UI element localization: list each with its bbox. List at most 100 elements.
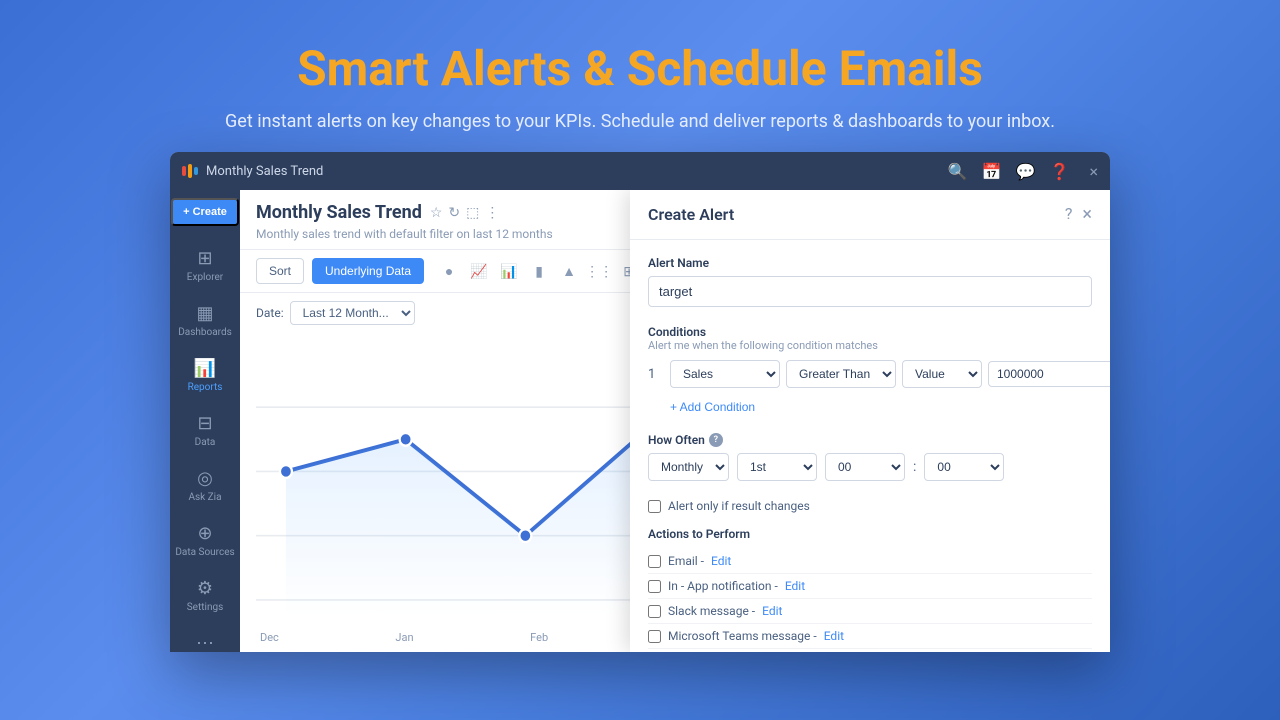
app-logo [182, 162, 200, 180]
app-body: + Create ⊞ Explorer ▦ Dashboards 📊 Repor… [170, 190, 1110, 652]
star-icon[interactable]: ☆ [430, 205, 443, 221]
settings-icon: ⚙ [197, 578, 213, 599]
sidebar-item-more[interactable]: ⋯ More [170, 623, 240, 652]
in-app-label: In - App notification - [668, 579, 778, 593]
sidebar-item-data[interactable]: ⊟ Data [170, 403, 240, 458]
frequency-select[interactable]: Monthly Daily Weekly Hourly [648, 453, 729, 481]
alert-only-checkbox[interactable] [648, 500, 661, 513]
column-chart-icon[interactable]: ▮ [526, 258, 552, 284]
dashboards-icon: ▦ [196, 303, 213, 324]
x-label-jan: Jan [395, 631, 413, 644]
alert-name-label: Alert Name [648, 256, 1092, 270]
condition-threshold-input[interactable] [988, 361, 1110, 387]
date-filter-select[interactable]: Last 12 Month... Last 6 Months This Year… [290, 301, 415, 325]
time-separator: : [913, 459, 916, 475]
slack-label: Slack message - [668, 604, 755, 618]
sidebar-item-data-sources[interactable]: ⊕ Data Sources [170, 513, 240, 568]
teams-checkbox[interactable] [648, 630, 661, 643]
day-select[interactable]: 1st 2nd 3rd 4th 5th [737, 453, 817, 481]
sidebar-label-data: Data [195, 437, 216, 448]
minute-select[interactable]: 00 15 30 45 [924, 453, 1004, 481]
how-often-label: How Often ? [648, 433, 1092, 447]
conditions-section: Conditions Alert me when the following c… [648, 325, 1092, 415]
in-app-checkbox[interactable] [648, 580, 661, 593]
hero-section: Smart Alerts & Schedule Emails Get insta… [205, 0, 1075, 152]
scatter-icon[interactable]: ⋮⋮ [586, 258, 612, 284]
action-webhook-row: Webhook request - Edit [648, 649, 1092, 652]
how-often-help-icon[interactable]: ? [709, 433, 723, 447]
modal-body: Alert Name Conditions Alert me when the … [630, 240, 1110, 652]
x-label-feb: Feb [530, 631, 548, 644]
close-icon[interactable]: × [1089, 162, 1098, 181]
sidebar-label-reports: Reports [188, 382, 223, 393]
conditions-sublabel: Alert me when the following condition ma… [648, 339, 1092, 352]
search-icon[interactable]: 🔍 [948, 162, 968, 181]
ask-zia-icon: ◎ [197, 468, 213, 489]
sidebar-item-dashboards[interactable]: ▦ Dashboards [170, 293, 240, 348]
data-icon: ⊟ [197, 413, 212, 434]
teams-label: Microsoft Teams message - [668, 629, 817, 643]
add-condition-button[interactable]: + Add Condition [670, 400, 755, 414]
app-window: Monthly Sales Trend 🔍 📅 💬 ❓ × + Create ⊞… [170, 152, 1110, 652]
modal-help-icon[interactable]: ? [1065, 204, 1073, 225]
sidebar-item-ask-zia[interactable]: ◎ Ask Zia [170, 458, 240, 513]
condition-number: 1 [648, 367, 664, 382]
sidebar-label-ask-zia: Ask Zia [188, 492, 221, 503]
help-icon[interactable]: ❓ [1050, 162, 1070, 181]
sidebar-label-dashboards: Dashboards [178, 327, 232, 338]
report-title-icons: ☆ ↻ ⬚ ⋮ [430, 205, 500, 221]
sidebar-item-explorer[interactable]: ⊞ Explorer [170, 238, 240, 293]
hour-select[interactable]: 00 01 06 12 [825, 453, 905, 481]
alert-name-input[interactable] [648, 276, 1092, 307]
actions-section: Actions to Perform Email - Edit In - App… [648, 527, 1092, 652]
condition-row-1: 1 Sales Revenue Profit Greater Than Less… [648, 360, 1092, 388]
sidebar: + Create ⊞ Explorer ▦ Dashboards 📊 Repor… [170, 190, 240, 652]
underlying-data-button[interactable]: Underlying Data [312, 258, 424, 284]
explorer-icon: ⊞ [197, 248, 212, 269]
more-options-icon[interactable]: ⋮ [485, 205, 499, 221]
sidebar-label-settings: Settings [187, 602, 224, 613]
conditions-label: Conditions [648, 325, 1092, 339]
calendar-icon[interactable]: 📅 [982, 162, 1002, 181]
create-button[interactable]: + Create [171, 198, 239, 226]
modal-close-icon[interactable]: × [1082, 204, 1092, 225]
x-label-dec: Dec [260, 631, 279, 644]
pie-chart-icon[interactable]: ● [436, 258, 462, 284]
chat-icon[interactable]: 💬 [1016, 162, 1036, 181]
alert-name-section: Alert Name [648, 256, 1092, 307]
hero-subtitle: Get instant alerts on key changes to you… [225, 111, 1055, 132]
sidebar-item-settings[interactable]: ⚙ Settings [170, 568, 240, 623]
date-filter-label: Date: [256, 306, 284, 320]
modal-title: Create Alert [648, 205, 734, 224]
email-edit-link[interactable]: Edit [711, 554, 731, 568]
bar-chart-icon[interactable]: 📊 [496, 258, 522, 284]
create-alert-modal: Create Alert ? × Alert Name [630, 190, 1110, 652]
email-checkbox[interactable] [648, 555, 661, 568]
refresh-icon[interactable]: ↻ [448, 205, 460, 221]
slack-checkbox[interactable] [648, 605, 661, 618]
line-chart-icon[interactable]: 📈 [466, 258, 492, 284]
alert-only-row: Alert only if result changes [648, 499, 1092, 513]
how-often-row: Monthly Daily Weekly Hourly 1st 2nd 3rd [648, 453, 1092, 481]
condition-field-select[interactable]: Sales Revenue Profit [670, 360, 780, 388]
how-often-section: How Often ? Monthly Daily Weekly Hourly [648, 433, 1092, 481]
condition-operator-select[interactable]: Greater Than Less Than Equal To [786, 360, 896, 388]
sidebar-label-explorer: Explorer [187, 272, 223, 283]
in-app-edit-link[interactable]: Edit [785, 579, 805, 593]
report-title: Monthly Sales Trend [256, 202, 422, 223]
area-chart-icon[interactable]: ▲ [556, 258, 582, 284]
action-inapp-row: In - App notification - Edit [648, 574, 1092, 599]
sidebar-label-data-sources: Data Sources [175, 547, 234, 558]
fullscreen-icon[interactable]: ⬚ [466, 205, 479, 221]
action-teams-row: Microsoft Teams message - Edit [648, 624, 1092, 649]
slack-edit-link[interactable]: Edit [762, 604, 782, 618]
condition-type-select[interactable]: Value Percentage [902, 360, 982, 388]
sidebar-item-reports[interactable]: 📊 Reports [170, 348, 240, 403]
action-email-row: Email - Edit [648, 549, 1092, 574]
reports-icon: 📊 [194, 358, 216, 379]
hero-title: Smart Alerts & Schedule Emails [225, 40, 1055, 97]
data-sources-icon: ⊕ [197, 523, 212, 544]
sort-button[interactable]: Sort [256, 258, 304, 284]
teams-edit-link[interactable]: Edit [824, 629, 844, 643]
actions-label: Actions to Perform [648, 527, 1092, 541]
